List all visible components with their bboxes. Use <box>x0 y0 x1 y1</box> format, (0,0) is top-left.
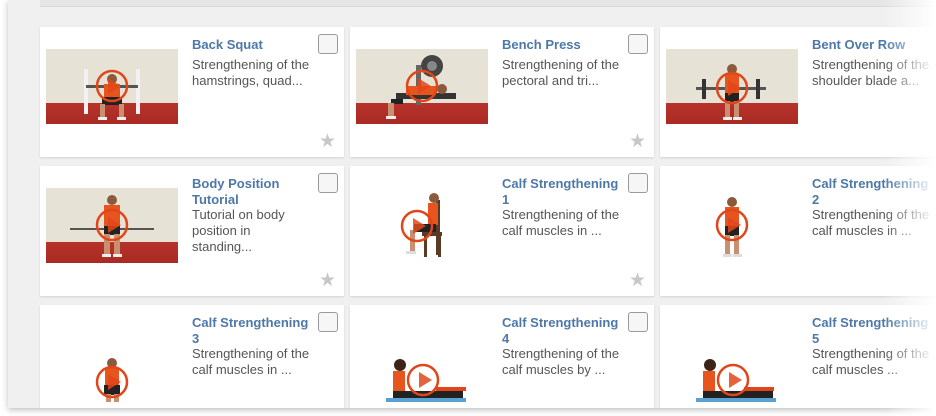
exercise-card[interactable]: Calf Strengthening 4 Strengthening of th… <box>350 305 654 408</box>
star-icon[interactable]: ★ <box>319 132 336 151</box>
exercise-thumbnail[interactable] <box>356 327 488 402</box>
play-icon[interactable] <box>716 363 750 397</box>
exercise-description: Tutorial on body position in standing... <box>192 207 285 254</box>
play-icon[interactable] <box>406 363 440 397</box>
exercise-description: Strengthening of the calf muscles in ... <box>192 346 310 377</box>
play-icon[interactable] <box>400 209 434 243</box>
exercise-title[interactable]: Back Squat <box>192 37 317 53</box>
play-icon[interactable] <box>95 69 129 103</box>
exercise-title[interactable]: Calf Strengthening 3 <box>192 315 317 347</box>
exercise-thumbnail[interactable] <box>666 49 798 124</box>
star-icon[interactable]: ★ <box>629 132 646 151</box>
exercise-title[interactable]: Body Position Tutorial <box>192 176 317 208</box>
exercise-description: Strengthening of the pectoral and tri... <box>502 57 620 88</box>
exercise-thumbnail[interactable] <box>46 188 178 263</box>
star-icon[interactable]: ★ <box>319 271 336 290</box>
exercise-thumbnail[interactable] <box>666 327 798 402</box>
exercise-card[interactable]: Bench Press Strengthening of the pectora… <box>350 27 654 157</box>
select-checkbox[interactable] <box>318 312 338 332</box>
exercise-description: Strengthening of the calf muscles by ... <box>502 346 620 377</box>
exercise-thumbnail[interactable] <box>356 188 488 263</box>
toolbar-strip <box>40 0 936 7</box>
exercise-title[interactable]: Calf Strengthening 1 <box>502 176 627 208</box>
exercise-description: Strengthening of the calf muscles in ... <box>502 207 620 238</box>
exercise-title[interactable]: Calf Strengthening 4 <box>502 315 627 347</box>
play-icon[interactable] <box>715 208 749 242</box>
exercise-library-panel: Back Squat Strengthening of the hamstrin… <box>8 0 936 408</box>
select-checkbox[interactable] <box>318 34 338 54</box>
select-checkbox[interactable] <box>628 312 648 332</box>
play-icon[interactable] <box>95 208 129 242</box>
exercise-thumbnail[interactable] <box>666 188 798 263</box>
exercise-title[interactable]: Bench Press <box>502 37 627 53</box>
exercise-thumbnail[interactable] <box>46 49 178 124</box>
exercise-card[interactable]: Back Squat Strengthening of the hamstrin… <box>40 27 344 157</box>
exercise-thumbnail[interactable] <box>46 327 178 402</box>
exercise-description: Strengthening of the hamstrings, quad... <box>192 57 310 88</box>
exercise-thumbnail[interactable] <box>356 49 488 124</box>
select-checkbox[interactable] <box>628 34 648 54</box>
play-icon[interactable] <box>715 71 749 105</box>
exercise-card[interactable]: Calf Strengthening 1 Strengthening of th… <box>350 166 654 296</box>
play-icon[interactable] <box>95 365 129 399</box>
right-edge-fade <box>884 0 936 416</box>
select-checkbox[interactable] <box>628 173 648 193</box>
exercise-card[interactable]: Body Position Tutorial Tutorial on body … <box>40 166 344 296</box>
select-checkbox[interactable] <box>318 173 338 193</box>
star-icon[interactable]: ★ <box>629 271 646 290</box>
play-icon[interactable] <box>405 69 439 103</box>
exercise-card[interactable]: Calf Strengthening 3 Strengthening of th… <box>40 305 344 408</box>
